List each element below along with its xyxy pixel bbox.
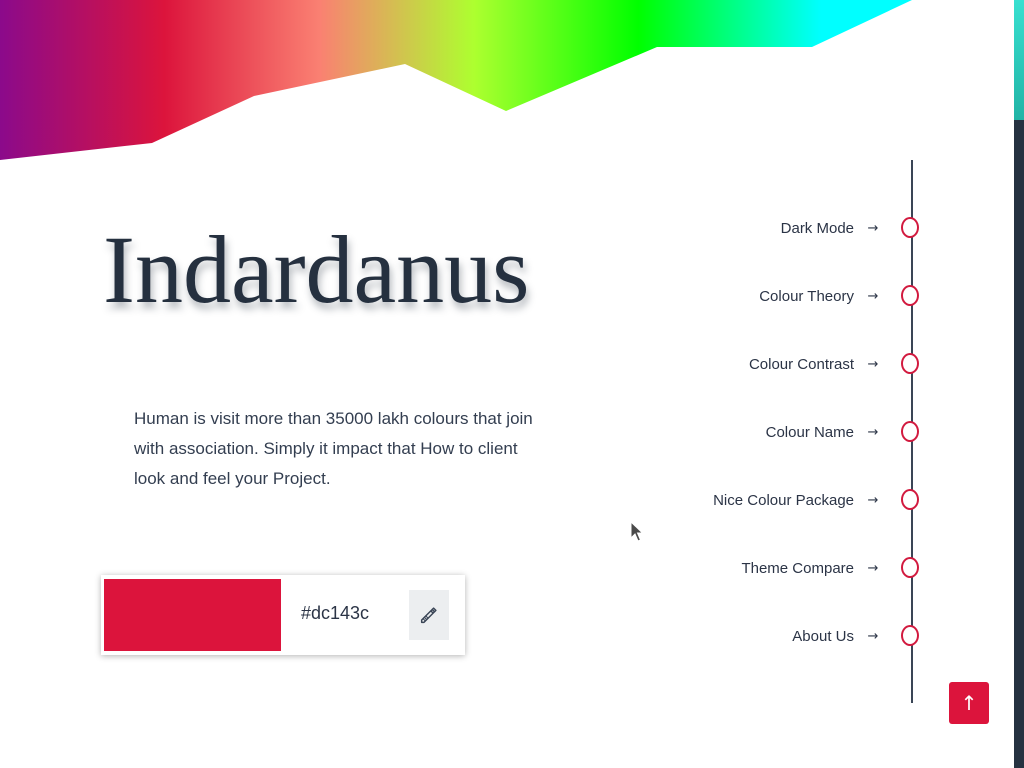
arrow-right-icon: → [867, 356, 879, 372]
scrollbar-thumb[interactable] [1014, 0, 1024, 120]
nav-item-colour-theory[interactable]: Colour Theory → [759, 284, 880, 308]
nav-item-label: Theme Compare [741, 559, 854, 577]
site-title: Indardanus [103, 216, 530, 323]
page: Indardanus Human is visit more than 3500… [0, 0, 1024, 768]
arrow-right-icon: → [867, 288, 879, 304]
colour-hex-value[interactable]: #dc143c [301, 601, 369, 625]
nav-item-dark-mode[interactable]: Dark Mode → [781, 216, 880, 240]
nav-item-nice-colour-package[interactable]: Nice Colour Package → [713, 488, 880, 512]
scrollbar[interactable] [1014, 0, 1024, 768]
nav-item-label: About Us [792, 627, 854, 645]
arrow-right-icon: → [867, 220, 879, 236]
nav-item-colour-contrast[interactable]: Colour Contrast → [749, 352, 880, 376]
colour-swatch[interactable] [104, 579, 281, 651]
nav-item-colour-name[interactable]: Colour Name → [766, 420, 880, 444]
timeline-dot[interactable] [901, 217, 919, 238]
arrow-right-icon: → [867, 560, 879, 576]
intro-description: Human is visit more than 35000 lakh colo… [134, 409, 533, 488]
timeline-dot[interactable] [901, 557, 919, 578]
timeline-dot[interactable] [901, 353, 919, 374]
timeline-dot[interactable] [901, 421, 919, 442]
back-to-top-button[interactable]: ↑ [949, 682, 989, 724]
nav-item-about-us[interactable]: About Us → [792, 624, 880, 648]
hero-gradient-banner [0, 0, 912, 160]
nav-item-label: Colour Theory [759, 287, 854, 305]
pencil-icon [420, 607, 437, 624]
timeline-dot[interactable] [901, 489, 919, 510]
nav-item-label: Nice Colour Package [713, 491, 854, 509]
nav-item-label: Dark Mode [780, 219, 854, 237]
nav-item-label: Colour Name [765, 423, 854, 441]
timeline-dot[interactable] [901, 625, 919, 646]
arrow-right-icon: → [867, 628, 879, 644]
arrow-right-icon: → [867, 492, 879, 508]
colour-picker-card: #dc143c [101, 575, 465, 655]
mouse-cursor-icon [630, 521, 644, 542]
nav-item-label: Colour Contrast [748, 355, 854, 373]
timeline-dot[interactable] [901, 285, 919, 306]
arrow-right-icon: → [867, 424, 879, 440]
edit-colour-button[interactable] [409, 590, 449, 640]
nav-item-theme-compare[interactable]: Theme Compare → [741, 556, 880, 580]
